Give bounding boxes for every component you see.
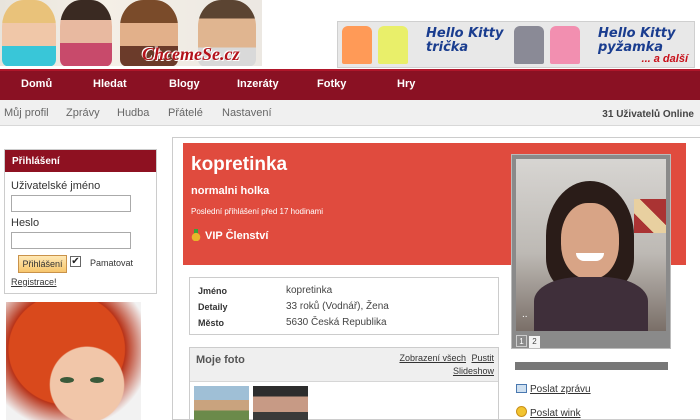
profile-last-login: Poslední přihlášení před 17 hodinami xyxy=(191,207,324,216)
send-wink-label: Poslat wink xyxy=(530,408,581,419)
register-link[interactable]: Registrace! xyxy=(11,277,57,287)
vip-label: VIP Členství xyxy=(205,230,269,242)
login-title: Přihlášení xyxy=(5,150,156,172)
view-all-photos-link[interactable]: Zobrazení všech xyxy=(399,353,466,363)
password-input[interactable] xyxy=(11,232,131,249)
my-photos-title: Moje foto xyxy=(196,354,245,366)
detail-label-details: Detaily xyxy=(198,302,228,312)
tshirt-image xyxy=(378,26,408,64)
tshirt-image xyxy=(342,26,372,64)
nav-item-blogs[interactable]: Blogy xyxy=(169,78,200,90)
ad-more-text: ... a další xyxy=(641,53,688,65)
medal-icon xyxy=(191,229,201,241)
password-label: Heslo xyxy=(11,217,40,229)
send-message-link[interactable]: Poslat zprávu xyxy=(516,384,591,395)
my-photos-section: Moje foto Zobrazení všech Pustit Slidesh… xyxy=(189,347,499,420)
photo-detail xyxy=(576,253,604,261)
photo-page-1[interactable]: 1 xyxy=(516,335,527,347)
photo-thumbnail[interactable] xyxy=(253,386,308,420)
remember-checkbox[interactable]: ✔ xyxy=(70,256,81,267)
start-slideshow-link[interactable]: Pustit xyxy=(471,353,494,363)
ad-title-pajamas: Hello Kitty pyžamka xyxy=(598,27,676,55)
subnav-my-profile[interactable]: Můj profil xyxy=(4,107,49,119)
envelope-icon xyxy=(516,384,527,393)
send-wink-link[interactable]: Poslat wink xyxy=(516,406,581,419)
profile-name: kopretinka xyxy=(191,154,288,175)
nav-item-photos[interactable]: Fotky xyxy=(317,78,346,90)
photo-detail xyxy=(534,277,648,331)
photo-detail xyxy=(634,199,666,233)
site-logo-banner[interactable]: ChcemeSe.cz xyxy=(0,0,262,66)
pajamas-image xyxy=(514,26,544,64)
detail-value-details: 33 roků (Vodnář), Žena xyxy=(286,301,389,312)
nav-item-home[interactable]: Domů xyxy=(21,78,52,90)
ad-title-line: Hello Kitty xyxy=(598,26,676,41)
main-nav: Domů Hledat Blogy Inzeráty Fotky Hry xyxy=(0,69,700,100)
site-header: ChcemeSe.cz Hello Kitty trička Hello Kit… xyxy=(0,0,700,68)
photo-detail xyxy=(561,203,619,279)
vip-membership: VIP Členství xyxy=(191,229,268,242)
featured-user-photo[interactable] xyxy=(6,302,141,420)
login-box: Přihlášení Uživatelské jméno Heslo Přihl… xyxy=(4,149,157,294)
profile-main-photo[interactable]: .. xyxy=(516,159,666,331)
nav-item-ads[interactable]: Inzeráty xyxy=(237,78,279,90)
profile-photo-card: .. 12 xyxy=(511,154,671,349)
my-photos-header: Moje foto Zobrazení všech Pustit Slidesh… xyxy=(190,348,498,382)
advertisement-banner[interactable]: Hello Kitty trička Hello Kitty pyžamka .… xyxy=(337,21,695,68)
photo-detail xyxy=(90,377,104,383)
online-users-count: 31 Uživatelů Online xyxy=(602,109,694,120)
photo-detail xyxy=(60,377,74,383)
detail-value-name: kopretinka xyxy=(286,285,333,296)
nav-item-search[interactable]: Hledat xyxy=(93,78,127,90)
banner-person-image xyxy=(60,0,112,66)
sub-nav: Můj profil Zprávy Hudba Přátelé Nastaven… xyxy=(0,100,700,126)
ad-title-line: trička xyxy=(426,40,469,55)
divider-bar xyxy=(515,362,668,370)
send-message-label: Poslat zprávu xyxy=(530,384,591,395)
slideshow-link[interactable]: Slideshow xyxy=(453,366,494,376)
detail-value-city: 5630 Česká Republika xyxy=(286,317,387,328)
detail-label-name: Jméno xyxy=(198,286,228,296)
pajamas-image xyxy=(550,26,580,64)
detail-label-city: Město xyxy=(198,318,225,328)
photo-caption: .. xyxy=(522,309,528,320)
banner-person-image xyxy=(2,0,56,66)
subnav-messages[interactable]: Zprávy xyxy=(66,107,100,119)
photo-pager: 12 xyxy=(516,335,542,348)
ad-title-line: Hello Kitty xyxy=(426,26,504,41)
profile-tagline: normalni holka xyxy=(191,185,270,197)
username-input[interactable] xyxy=(11,195,131,212)
photo-thumbnail[interactable] xyxy=(194,386,249,420)
ad-title-tshirts: Hello Kitty trička xyxy=(426,27,504,55)
subnav-friends[interactable]: Přátelé xyxy=(168,107,203,119)
subnav-settings[interactable]: Nastavení xyxy=(222,107,272,119)
profile-details-table: Jméno kopretinka Detaily 33 roků (Vodnář… xyxy=(189,277,499,335)
nav-item-games[interactable]: Hry xyxy=(397,78,415,90)
smiley-icon xyxy=(516,406,527,417)
login-button[interactable]: Přihlášení xyxy=(18,255,67,273)
subnav-music[interactable]: Hudba xyxy=(117,107,149,119)
remember-label: Pamatovat xyxy=(90,258,134,268)
site-logo-text: ChcemeSe.cz xyxy=(142,44,240,64)
username-label: Uživatelské jméno xyxy=(11,180,101,192)
photo-page-2[interactable]: 2 xyxy=(529,336,540,348)
